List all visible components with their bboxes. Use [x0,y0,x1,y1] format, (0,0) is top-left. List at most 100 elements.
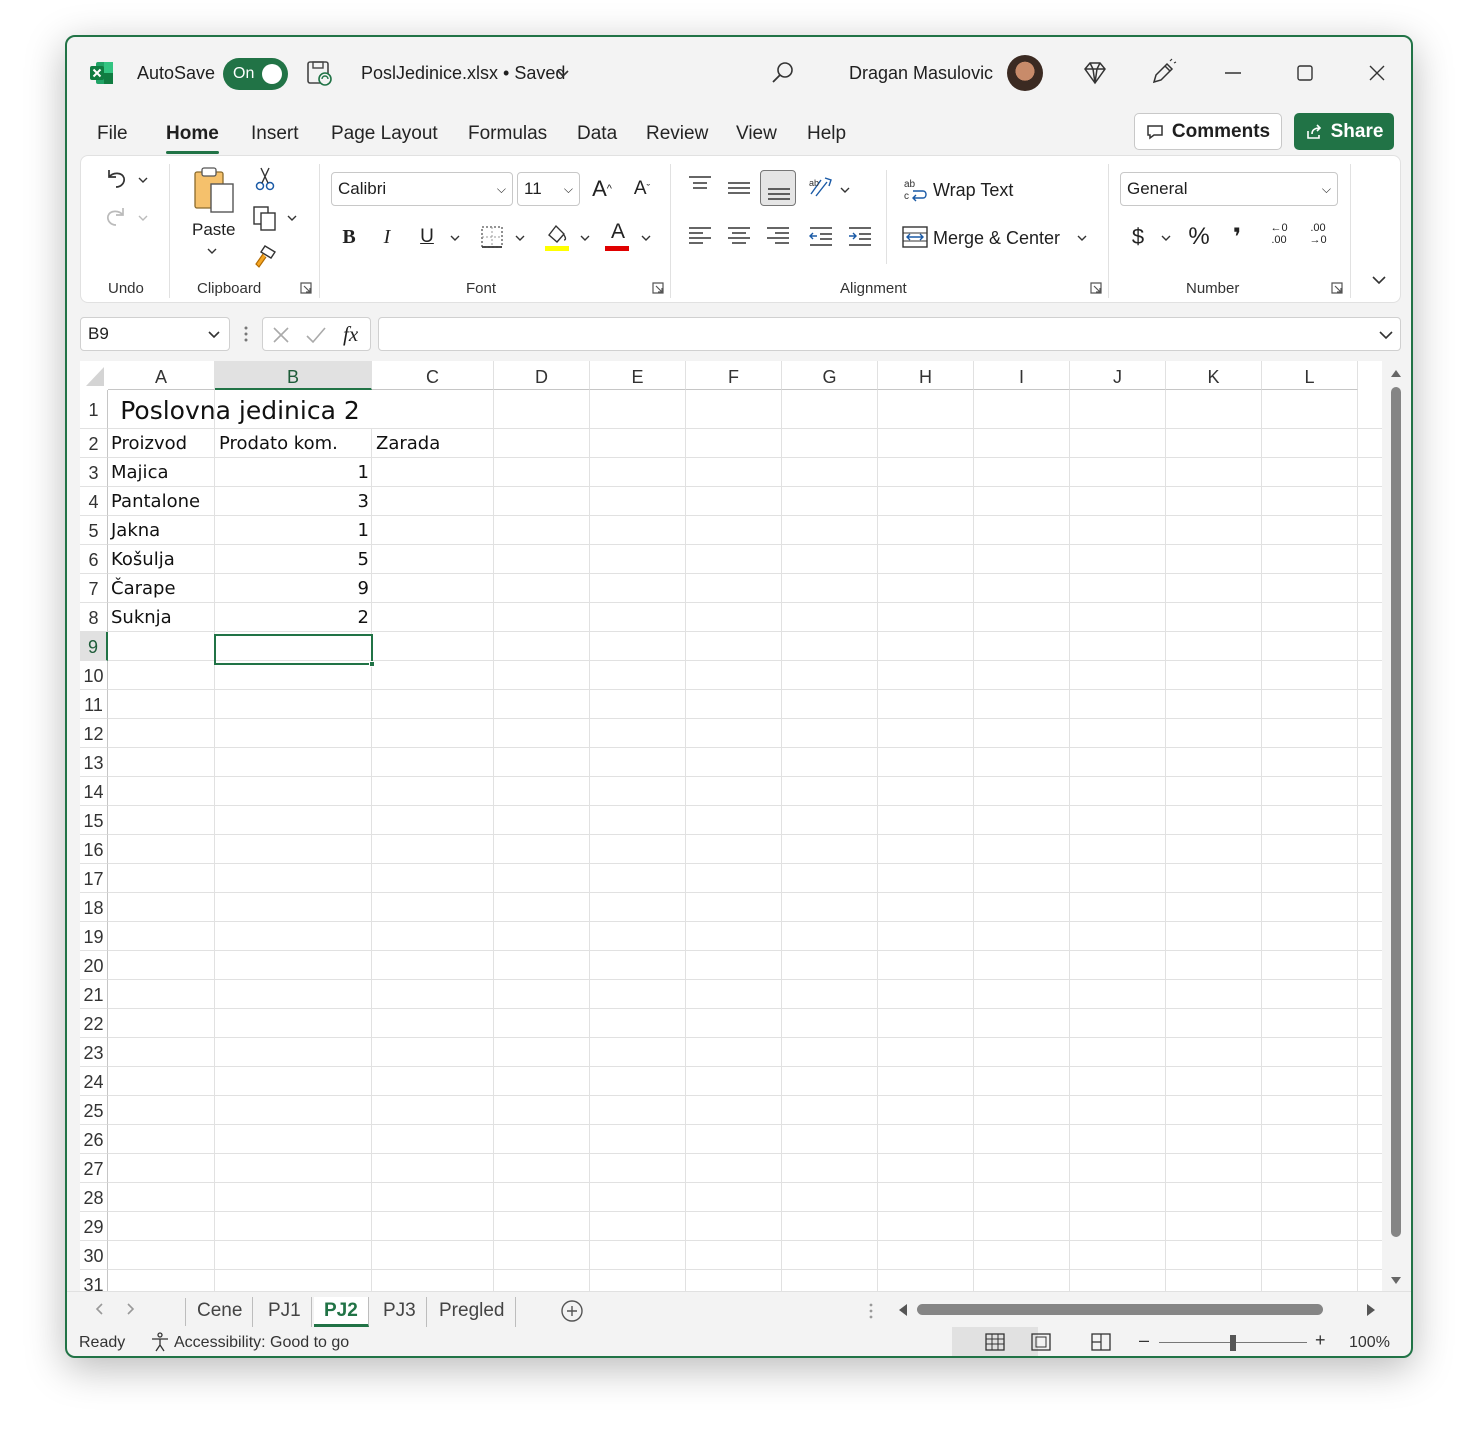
font-size-select[interactable]: 11 ⌵ [517,172,580,206]
align-right-icon[interactable] [764,224,792,250]
font-color-button[interactable]: A [604,218,632,246]
copy-dropdown-icon[interactable] [286,212,298,224]
minimize-icon[interactable] [1217,57,1249,89]
font-launcher-icon[interactable] [652,282,664,294]
accessibility-icon[interactable] [149,1331,171,1353]
bold-button[interactable]: B [335,220,363,254]
ribbon-expand-icon[interactable] [1371,272,1387,288]
cancel-icon[interactable] [271,325,291,345]
expand-formula-bar-icon[interactable] [1378,328,1394,342]
decrease-font-size-button[interactable]: Aˇ [627,172,657,206]
column-header-d[interactable]: D [494,361,590,390]
normal-view-button[interactable] [952,1327,1038,1356]
underline-button[interactable]: U [413,220,441,254]
row-header-3[interactable]: 3 [80,458,108,487]
scroll-up-icon[interactable] [1390,367,1402,379]
column-header-f[interactable]: F [686,361,782,390]
row-header-10[interactable]: 10 [80,661,108,690]
tab-split-handle-icon[interactable] [867,1302,875,1320]
tab-file[interactable]: File [97,121,128,147]
row-header-12[interactable]: 12 [80,719,108,748]
zoom-level[interactable]: 100% [1349,1334,1390,1352]
row-header-11[interactable]: 11 [80,690,108,719]
orientation-icon[interactable]: ab [807,174,835,202]
tab-page-layout[interactable]: Page Layout [331,121,438,147]
prev-sheet-icon[interactable] [93,1302,105,1316]
tab-formulas[interactable]: Formulas [468,121,547,147]
cell-B2-header[interactable]: Prodato kom. [219,429,338,458]
row-header-30[interactable]: 30 [80,1241,108,1270]
copy-icon[interactable] [251,204,279,232]
row-header-7[interactable]: 7 [80,574,108,603]
row-header-20[interactable]: 20 [80,951,108,980]
undo-icon[interactable] [101,164,131,194]
merge-center-label[interactable]: Merge & Center [933,228,1060,249]
cell-B5[interactable]: 1 [215,516,369,545]
close-icon[interactable] [1361,57,1393,89]
italic-button[interactable]: I [373,220,401,254]
number-format-select[interactable]: General ⌵ [1120,172,1338,206]
row-header-5[interactable]: 5 [80,516,108,545]
page-layout-view-icon[interactable] [1030,1332,1052,1352]
column-header-k[interactable]: K [1166,361,1262,390]
active-cell-B9[interactable] [214,634,375,667]
orientation-dropdown-icon[interactable] [839,184,851,196]
share-button[interactable]: Share [1294,113,1394,150]
align-bottom-button[interactable] [760,170,796,206]
row-header-13[interactable]: 13 [80,748,108,777]
cell-A4[interactable]: Pantalone [111,487,200,516]
sheet-tab-pj1[interactable]: PJ1 [258,1297,312,1327]
cell-A5[interactable]: Jakna [111,516,160,545]
column-header-e[interactable]: E [590,361,686,390]
select-all-corner[interactable] [80,361,108,390]
save-sync-icon[interactable] [305,59,333,87]
row-header-16[interactable]: 16 [80,835,108,864]
decrease-indent-icon[interactable] [807,224,835,250]
row-header-22[interactable]: 22 [80,1009,108,1038]
comma-style-button[interactable]: ❜ [1224,220,1250,254]
cell-B4[interactable]: 3 [215,487,369,516]
increase-font-size-button[interactable]: A ^ [587,172,617,206]
accessibility-status[interactable]: Accessibility: Good to go [174,1334,349,1352]
row-header-9[interactable]: 9 [80,632,108,661]
row-header-27[interactable]: 27 [80,1154,108,1183]
sheet-tab-cene[interactable]: Cene [187,1297,254,1327]
user-name[interactable]: Dragan Masulovic [849,63,993,84]
column-header-b[interactable]: B [215,361,372,390]
tab-data[interactable]: Data [577,121,617,147]
increase-decimal-button[interactable]: ←0.00 [1264,222,1294,252]
cell-A8[interactable]: Suknja [111,603,172,632]
column-header-g[interactable]: G [782,361,878,390]
vertical-scroll-thumb[interactable] [1391,387,1401,1237]
increase-indent-icon[interactable] [846,224,874,250]
row-header-8[interactable]: 8 [80,603,108,632]
column-header-j[interactable]: J [1070,361,1166,390]
chevron-down-icon[interactable] [556,67,570,81]
row-header-18[interactable]: 18 [80,893,108,922]
cell-A3[interactable]: Majica [111,458,169,487]
column-header-h[interactable]: H [878,361,974,390]
font-name-select[interactable]: Calibri ⌵ [331,172,513,206]
diamond-premium-icon[interactable] [1079,57,1111,89]
sheet-tab-pregled[interactable]: Pregled [429,1297,516,1327]
fill-handle[interactable] [369,661,375,667]
wrap-text-icon[interactable]: abc [903,176,929,202]
paste-icon[interactable] [189,166,239,216]
insert-function-button[interactable]: fx [343,322,358,347]
align-middle-icon[interactable] [725,176,753,200]
maximize-icon[interactable] [1289,57,1321,89]
tab-help[interactable]: Help [807,121,846,147]
row-header-14[interactable]: 14 [80,777,108,806]
tab-view[interactable]: View [736,121,777,147]
scroll-right-icon[interactable] [1365,1303,1377,1317]
borders-icon[interactable] [479,224,505,250]
name-box[interactable]: B9 [80,317,230,351]
row-header-4[interactable]: 4 [80,487,108,516]
row-header-19[interactable]: 19 [80,922,108,951]
merge-center-icon[interactable] [901,224,929,250]
merge-dropdown-icon[interactable] [1076,232,1088,244]
search-icon[interactable] [767,57,799,89]
sheet-tab-pj3[interactable]: PJ3 [373,1297,427,1327]
chevron-down-icon[interactable] [207,328,221,342]
row-header-17[interactable]: 17 [80,864,108,893]
